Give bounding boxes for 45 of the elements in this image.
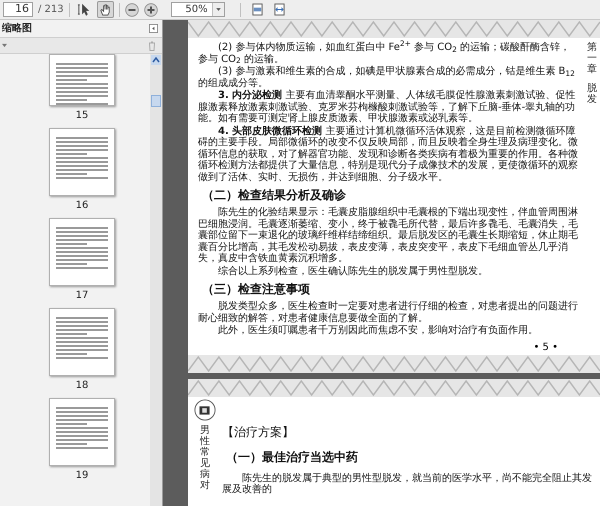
scrollbar[interactable] <box>150 54 162 506</box>
paragraph: 此外，医生须叮嘱患者千万别因此而焦虑不安，影响对治疗有负面作用。 <box>217 325 539 336</box>
fit-width-icon[interactable] <box>274 3 285 16</box>
page-thumbnail[interactable] <box>49 54 115 106</box>
hand-icon <box>98 3 112 16</box>
section-heading: （一）最佳治疗当选中药 <box>225 448 359 466</box>
scroll-thumb[interactable] <box>151 95 161 107</box>
paragraph: 4. 头部皮肤微循环检测 主要通过计算机微循环活体观察，这是目前检测微循环障碍的主要手段。局部微循环的改变不仅反映局部，而且反映着全身生理及病理变化。微循环信息的获取，对了解器官功能、发现和诊断各类疾病有着极为重要的作用。各种微循环检测方法都提供了大量信息，特别是现代分子成像技术的发展，更使微循环的观察做到了活体、实时、无损伤，并达到细胞、分子级水平。 <box>198 126 578 183</box>
zoom-field[interactable]: 50% <box>170 2 225 17</box>
paragraph: (3) 参与激素和维生素的合成，如碘是甲状腺素合成的必需成分，钴是维生素 B$_{12}$ 的组成成分等。 <box>198 66 576 89</box>
zoom-out-icon[interactable] <box>124 2 139 16</box>
section-heading: （三）检查注意事项 <box>201 281 311 298</box>
emblem-icon <box>194 398 216 420</box>
page-thumbnail[interactable] <box>49 308 115 376</box>
book-title-label: 男性常见病对 <box>200 424 210 490</box>
paragraph: 3. 内分泌检测 主要有血清睾酮水平测量、人体绒毛膜促性腺激素刺激试验、促性腺激素释放激素刺激试验、克罗米芬枸橼酸刺激试验等，了解下丘脑-垂体-睾丸轴的功能。如有需要可测定肾上腺皮质激素、甲状腺激素或泌乳素等。 <box>198 90 576 124</box>
page-number-field[interactable]: 16 <box>3 2 33 17</box>
paragraph: 脱发类型众多，医生检查时一定要对患者进行仔细的检查，对患者提出的问题进行耐心细致的解答，对患者健康信息要做全面的了解。 <box>198 301 578 324</box>
page-thumbnail[interactable] <box>49 128 115 196</box>
chapter-label: 第一章 <box>587 42 597 75</box>
scroll-up-icon[interactable] <box>151 55 161 65</box>
thumbnail-label: 16 <box>76 199 88 213</box>
caret-icon[interactable] <box>212 3 224 16</box>
paragraph: 陈先生的脱发属于典型的男性型脱发，就当前的医学水平，尚不能完全阻止其发展及改善的 <box>222 472 593 496</box>
panel-title: 缩略图 <box>2 22 32 36</box>
tool-button[interactable] <box>96 1 114 18</box>
thumbnail-label: 18 <box>76 379 88 393</box>
page-count: / 213 <box>38 3 64 17</box>
paragraph: 陈先生的化验结果显示：毛囊皮脂腺组织中毛囊根的下端出现变性，伴血管周围淋巴细胞浸润。毛囊逐渐萎缩、变小，终于被毳毛所代替，最后许多毳毛、毛囊消失，毛囊部位留下一束退化的玻璃纤维样结缔组织。最后脱发区的毛囊生长期缩短，休止期毛囊百分比增高，其毛发松动易拔，表皮变薄，表皮突变平，表皮下毛细血管丛几乎消失，真皮中含铁血黄素沉积增多。 <box>198 207 578 264</box>
zoom-in-icon[interactable] <box>144 2 158 16</box>
page-thumbnail[interactable] <box>49 398 115 466</box>
thumbnail-label: 17 <box>76 289 88 303</box>
page-thumbnail[interactable] <box>49 218 115 286</box>
section-title: 【治疗方案】 <box>222 424 295 440</box>
collapse-icon[interactable] <box>149 24 158 33</box>
thumbnail-label: 15 <box>76 109 88 123</box>
fit-page-icon[interactable] <box>252 3 263 16</box>
chapter-label: 脱发 <box>587 83 597 105</box>
page-number: • 5 • <box>532 340 559 354</box>
options-caret-icon[interactable] <box>2 43 7 48</box>
paragraph: 综合以上系列检查，医生确认陈先生的脱发属于男性型脱发。 <box>217 266 489 277</box>
cursor-icon <box>76 3 90 16</box>
section-heading: （二）检查结果分析及确诊 <box>201 187 347 204</box>
paragraph: (2) 参与体内物质运输，如血红蛋白中 Fe$^{2+}$ 参与 CO$_{2}$ 的运输；碳酸酐酶含锌，参与 CO$_{2}$ 的运输。 <box>198 42 572 65</box>
thumbnail-label: 19 <box>76 469 88 483</box>
